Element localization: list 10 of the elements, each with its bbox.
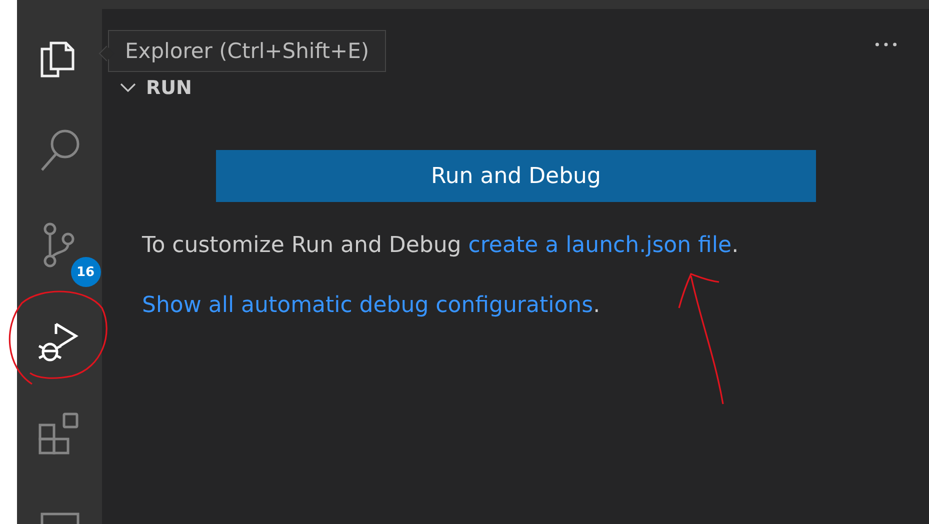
link[interactable]: create a launch.json file bbox=[468, 233, 732, 258]
run-and-debug-button[interactable]: Run and Debug bbox=[216, 150, 816, 202]
info-text: To customize Run and Debug create a launch.json file. bbox=[142, 233, 740, 258]
more-actions-icon[interactable] bbox=[875, 42, 897, 46]
section-header[interactable]: RUN bbox=[112, 73, 200, 103]
tooltip: Explorer (Ctrl+Shift+E) bbox=[108, 30, 386, 72]
info-text: Show all automatic debug configurations. bbox=[142, 293, 602, 318]
count-badge: 16 bbox=[70, 257, 100, 287]
chevron-icon bbox=[120, 83, 136, 93]
link[interactable]: Show all automatic debug configurations bbox=[142, 293, 594, 318]
